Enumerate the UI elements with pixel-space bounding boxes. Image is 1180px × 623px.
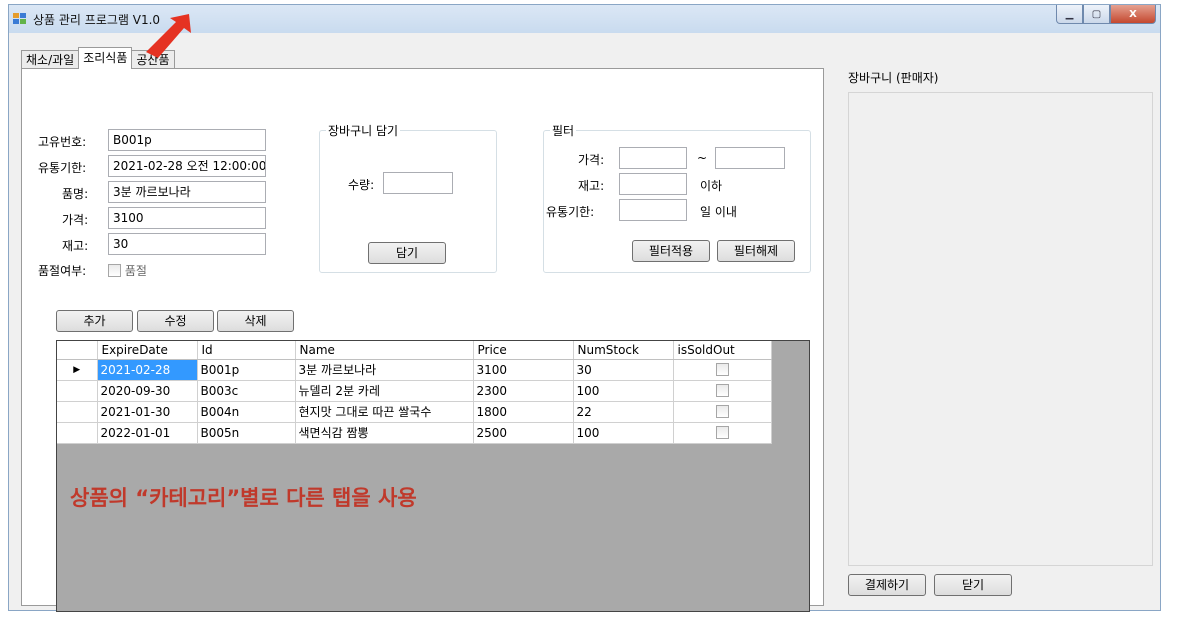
filter-range-separator: ~	[697, 151, 708, 165]
close-window-button[interactable]: X	[1110, 5, 1156, 24]
table-cell[interactable]: 30	[573, 359, 674, 381]
pay-button[interactable]: 결제하기	[848, 574, 926, 596]
quantity-field[interactable]	[383, 172, 453, 194]
table-row[interactable]: 2021-01-30 B004n 현지맛 그대로 따끈 쌀국수 1800 22	[57, 401, 772, 423]
column-header-expiredate[interactable]: ExpireDate	[97, 341, 198, 360]
table-row[interactable]: ▶ 2021-02-28 B001p 3분 까르보나라 3100 30	[57, 359, 772, 381]
table-cell[interactable]: 2020-09-30	[97, 380, 198, 402]
soldout-checkbox-cell[interactable]	[715, 383, 729, 397]
filter-price-max-field[interactable]	[715, 147, 785, 169]
table-cell[interactable]: 100	[573, 380, 674, 402]
soldout-cell[interactable]	[673, 359, 772, 381]
soldout-cell[interactable]	[673, 401, 772, 423]
expire-label: 유통기한:	[38, 161, 87, 175]
filter-stock-field[interactable]	[619, 173, 687, 195]
tab-page-prepared-food: 고유번호: B001p 유통기한: 2021-02-28 오전 12:00:00…	[21, 68, 824, 612]
soldout-checkbox-box[interactable]	[108, 264, 121, 277]
grid-corner-header[interactable]	[57, 341, 98, 360]
grid-header-row: ExpireDate Id Name Price NumStock isSold…	[57, 341, 772, 360]
table-cell[interactable]: 2500	[473, 422, 574, 444]
expire-field[interactable]: 2021-02-28 오전 12:00:00	[108, 155, 266, 177]
app-icon	[13, 13, 27, 25]
edit-product-button[interactable]: 수정	[137, 310, 214, 332]
filter-expire-suffix: 일 이내	[700, 205, 737, 219]
stock-field[interactable]: 30	[108, 233, 266, 255]
column-header-id[interactable]: Id	[197, 341, 296, 360]
soldout-checkbox-label: 품절	[124, 264, 147, 278]
current-row-indicator-icon[interactable]: ▶	[57, 359, 98, 381]
price-label: 가격:	[62, 213, 89, 227]
table-cell[interactable]: 2021-01-30	[97, 401, 198, 423]
table-cell[interactable]: B004n	[197, 401, 296, 423]
cart-add-group: 장바구니 담기 수량: 담기	[319, 122, 497, 273]
maximize-button[interactable]: ▢	[1083, 5, 1110, 24]
close-cart-button[interactable]: 닫기	[934, 574, 1012, 596]
id-label: 고유번호:	[38, 135, 87, 149]
filter-group: 필터 가격: ~ 재고: 이하 유통기한: 일 이내 필터적용 필터해제	[543, 122, 811, 273]
table-cell[interactable]: 2021-02-28	[97, 359, 198, 381]
table-cell[interactable]: 뉴델리 2분 카레	[295, 380, 474, 402]
cart-add-group-title: 장바구니 담기	[326, 122, 401, 139]
soldout-checkbox-cell[interactable]	[715, 362, 729, 376]
table-cell[interactable]: 현지맛 그대로 따끈 쌀국수	[295, 401, 474, 423]
delete-product-button[interactable]: 삭제	[217, 310, 294, 332]
name-field[interactable]: 3분 까르보나라	[108, 181, 266, 203]
column-header-price[interactable]: Price	[473, 341, 574, 360]
table-cell[interactable]: 2022-01-01	[97, 422, 198, 444]
app-window: 상품 관리 프로그램 V1.0 ▁ ▢ X 채소/과일 조리식품 공산품 고유번…	[8, 4, 1161, 612]
name-label: 품명:	[62, 187, 89, 201]
table-cell[interactable]: 22	[573, 401, 674, 423]
column-header-numstock[interactable]: NumStock	[573, 341, 674, 360]
table-cell[interactable]: 3100	[473, 359, 574, 381]
row-header[interactable]	[57, 401, 98, 423]
filter-expire-label: 유통기한:	[546, 205, 595, 219]
table-cell[interactable]: 100	[573, 422, 674, 444]
table-cell[interactable]: B003c	[197, 380, 296, 402]
tab-prepared-food[interactable]: 조리식품	[78, 47, 133, 69]
seller-cart-title: 장바구니 (판매자)	[848, 71, 939, 85]
filter-stock-suffix: 이하	[700, 179, 723, 193]
filter-group-title: 필터	[550, 122, 577, 139]
soldout-checkbox-cell[interactable]	[715, 404, 729, 418]
table-cell[interactable]: 2300	[473, 380, 574, 402]
filter-clear-button[interactable]: 필터해제	[717, 240, 795, 262]
seller-cart-list[interactable]	[848, 92, 1153, 566]
filter-stock-label: 재고:	[578, 179, 605, 193]
product-grid[interactable]: ExpireDate Id Name Price NumStock isSold…	[56, 340, 810, 612]
minimize-button[interactable]: ▁	[1056, 5, 1083, 24]
soldout-checkbox[interactable]: 품절	[108, 262, 147, 279]
row-header[interactable]	[57, 422, 98, 444]
table-row[interactable]: 2020-09-30 B003c 뉴델리 2분 카레 2300 100	[57, 380, 772, 402]
filter-price-label: 가격:	[578, 153, 605, 167]
tab-vegetables-fruits[interactable]: 채소/과일	[21, 50, 80, 69]
add-product-button[interactable]: 추가	[56, 310, 133, 332]
table-cell[interactable]: 3분 까르보나라	[295, 359, 474, 381]
column-header-name[interactable]: Name	[295, 341, 474, 360]
filter-apply-button[interactable]: 필터적용	[632, 240, 710, 262]
stock-label: 재고:	[62, 239, 89, 253]
row-header[interactable]	[57, 380, 98, 402]
product-table: ExpireDate Id Name Price NumStock isSold…	[57, 341, 772, 444]
soldout-cell[interactable]	[673, 422, 772, 444]
filter-expire-field[interactable]	[619, 199, 687, 221]
table-cell[interactable]: 1800	[473, 401, 574, 423]
filter-price-min-field[interactable]	[619, 147, 687, 169]
client-area: 채소/과일 조리식품 공산품 고유번호: B001p 유통기한: 2021-02…	[9, 33, 1160, 612]
quantity-label: 수량:	[348, 178, 375, 192]
soldout-label: 품절여부:	[38, 264, 87, 278]
table-cell[interactable]: B005n	[197, 422, 296, 444]
pointer-arrow-icon	[146, 14, 191, 58]
id-field[interactable]: B001p	[108, 129, 266, 151]
table-cell[interactable]: B001p	[197, 359, 296, 381]
window-title: 상품 관리 프로그램 V1.0	[33, 13, 161, 27]
table-row[interactable]: 2022-01-01 B005n 색면식감 짬뽕 2500 100	[57, 422, 772, 444]
column-header-issoldout[interactable]: isSoldOut	[673, 341, 772, 360]
soldout-checkbox-cell[interactable]	[715, 425, 729, 439]
price-field[interactable]: 3100	[108, 207, 266, 229]
add-to-cart-button[interactable]: 담기	[368, 242, 446, 264]
annotation-text: 상품의 “카테고리”별로 다른 탭을 사용	[70, 486, 417, 510]
soldout-cell[interactable]	[673, 380, 772, 402]
table-cell[interactable]: 색면식감 짬뽕	[295, 422, 474, 444]
